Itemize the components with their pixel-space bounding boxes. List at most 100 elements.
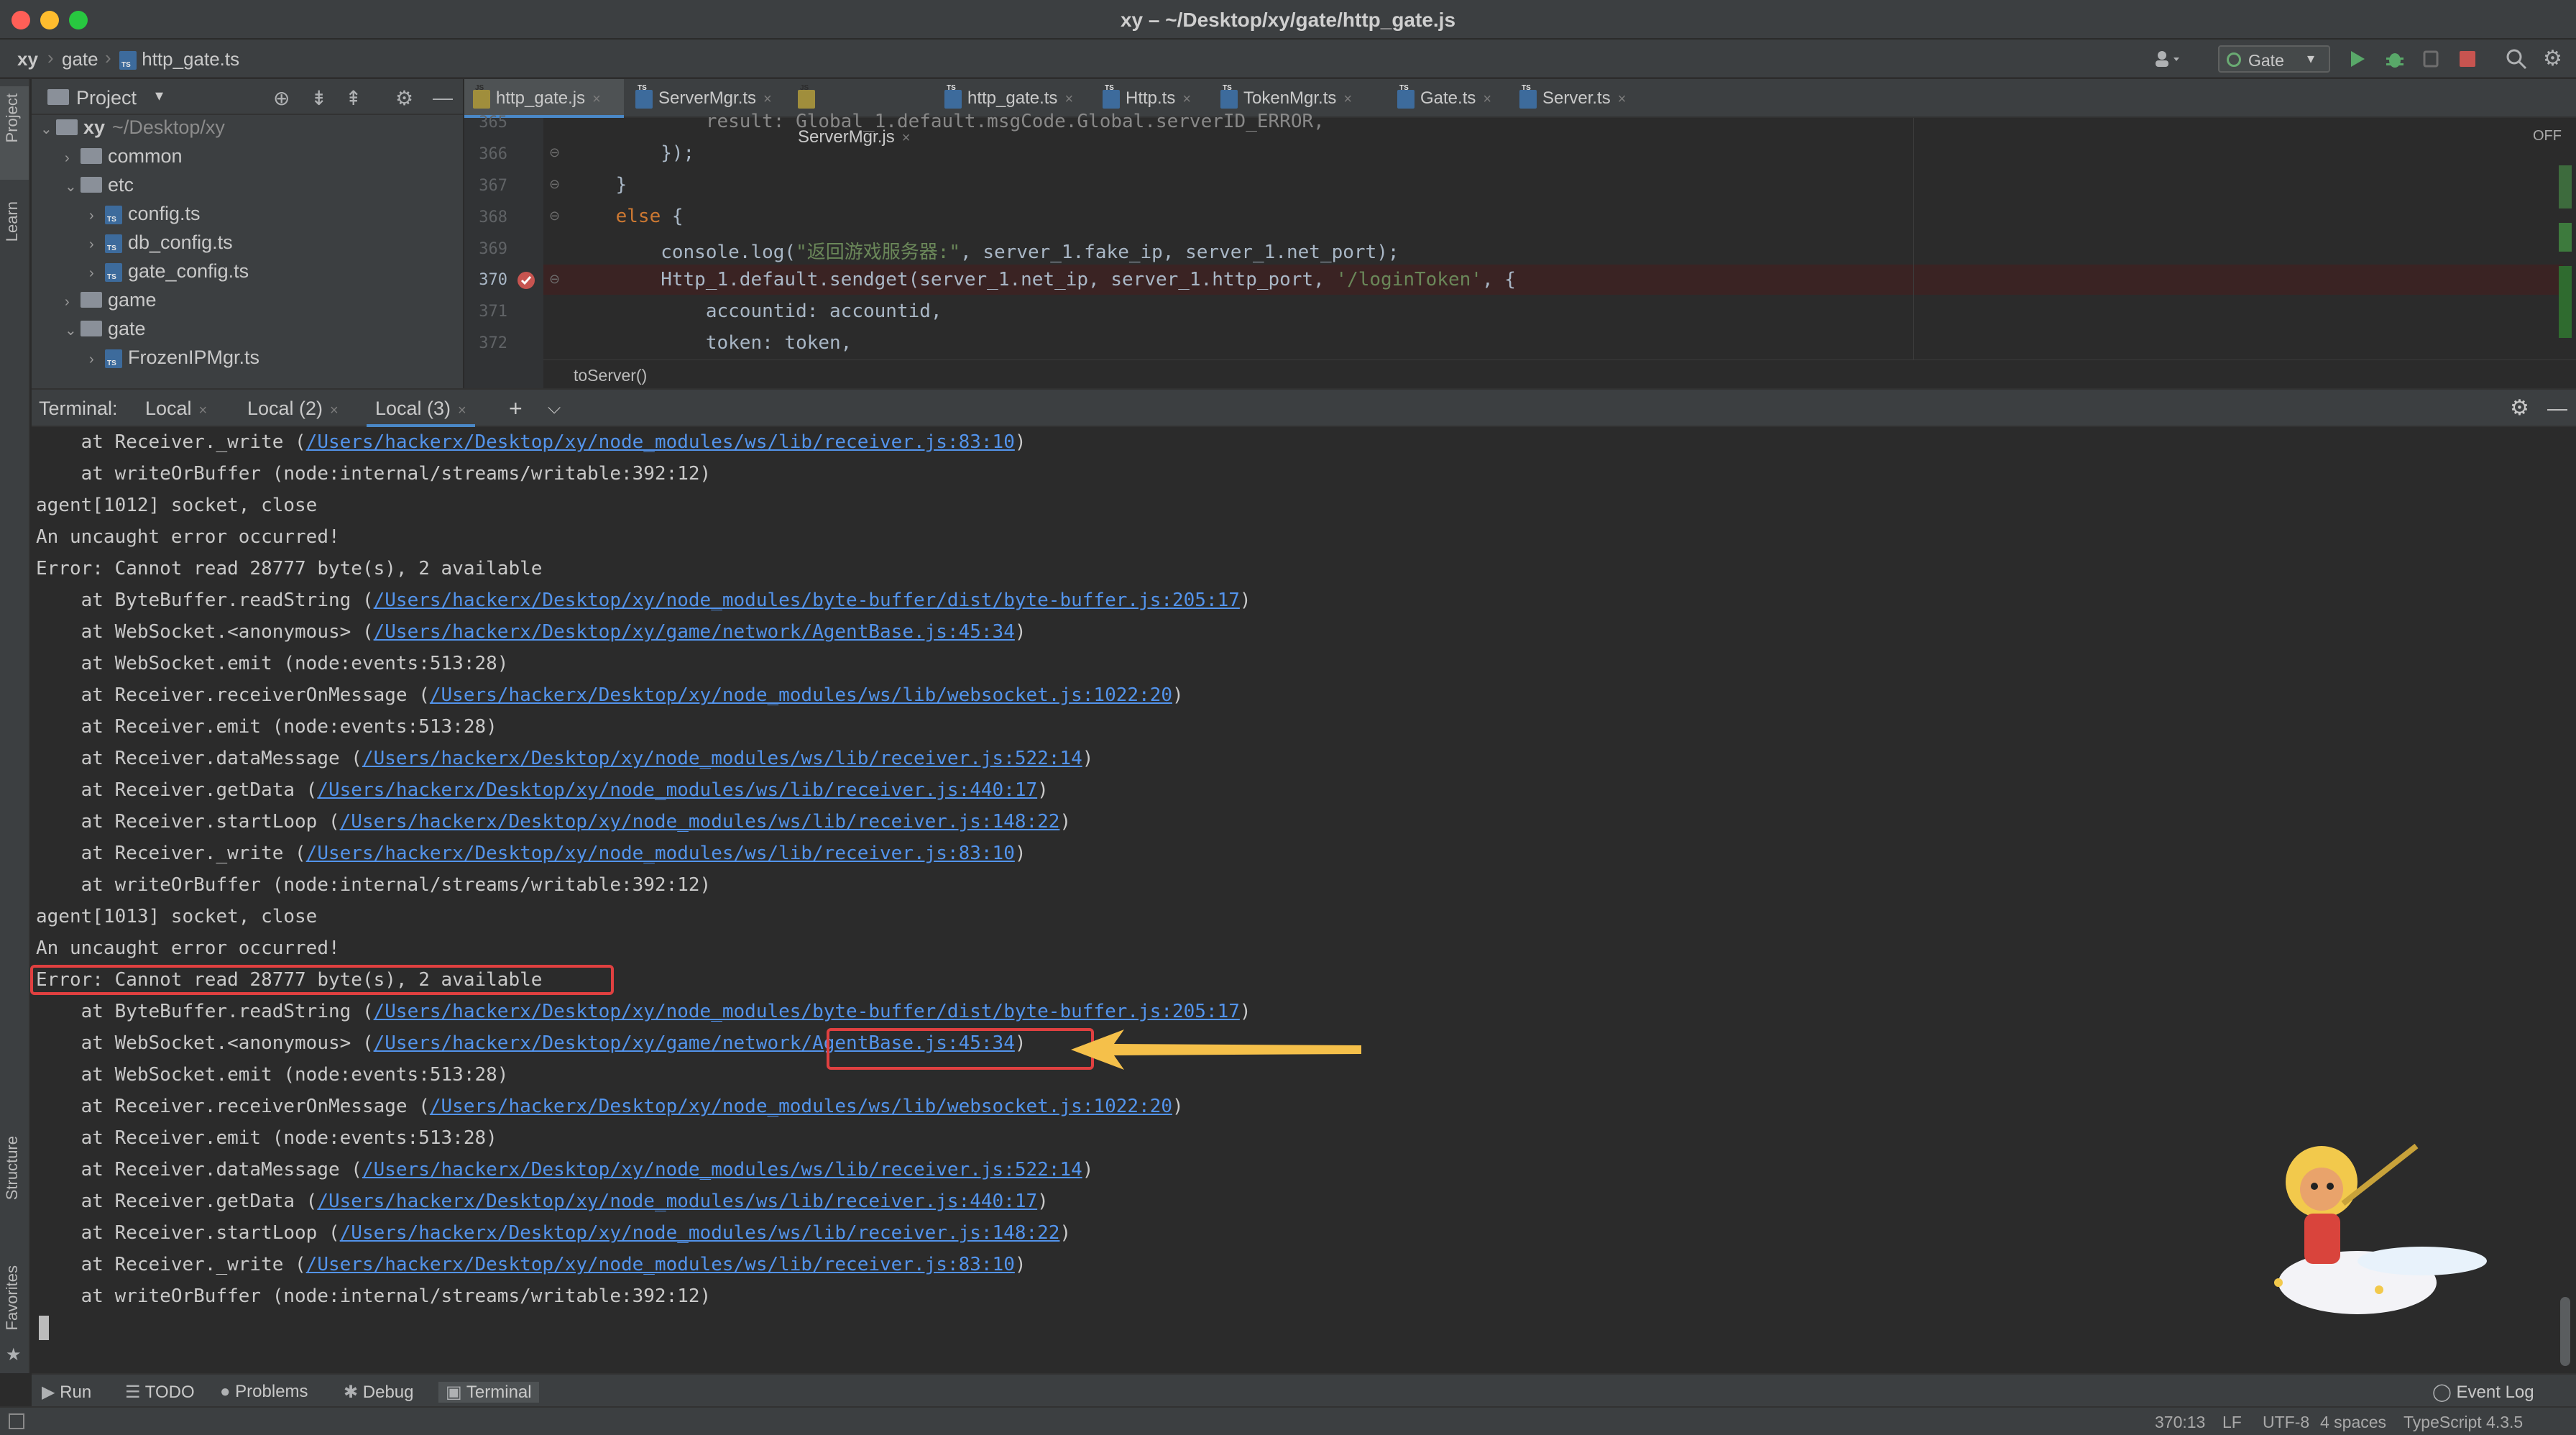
chevron-right-icon[interactable]: › bbox=[89, 352, 105, 368]
user-icon[interactable] bbox=[2153, 50, 2182, 68]
bug-icon[interactable] bbox=[2385, 49, 2405, 73]
fold-icon[interactable]: ⊖ bbox=[549, 177, 560, 192]
file-path-link[interactable]: /Users/hackerx/Desktop/xy/node_modules/w… bbox=[306, 843, 1015, 864]
file-path-link[interactable]: /Users/hackerx/Desktop/xy/node_modules/w… bbox=[306, 1254, 1015, 1275]
file-encoding[interactable]: UTF-8 bbox=[2263, 1413, 2309, 1432]
structure-tool-tab[interactable]: Structure bbox=[3, 1136, 22, 1200]
search-icon[interactable] bbox=[2506, 48, 2527, 73]
chevron-right-icon[interactable]: › bbox=[65, 150, 80, 167]
chevron-right-icon[interactable]: › bbox=[65, 294, 80, 311]
close-icon[interactable]: × bbox=[1483, 91, 1491, 107]
terminal-tool-button[interactable]: ▣ Terminal bbox=[438, 1382, 539, 1403]
close-icon[interactable]: × bbox=[1182, 91, 1191, 107]
editor-tab[interactable]: Gate.ts × bbox=[1389, 69, 1508, 118]
terminal-tab-local-2[interactable]: Local (2) × bbox=[247, 390, 339, 427]
hide-panel-icon[interactable]: — bbox=[433, 86, 453, 109]
function-breadcrumb[interactable]: toServer() bbox=[574, 366, 647, 385]
chevron-down-icon[interactable]: ⌄ bbox=[40, 120, 56, 138]
layout-toggle-icon[interactable] bbox=[9, 1413, 24, 1429]
chevron-down-icon[interactable]: ⌄ bbox=[65, 321, 80, 339]
gear-icon[interactable]: ⚙ bbox=[2543, 48, 2562, 70]
file-path-link[interactable]: /Users/hackerx/Desktop/xy/node_modules/w… bbox=[362, 1159, 1082, 1180]
debug-tool-button[interactable]: ✱ Debug bbox=[344, 1382, 414, 1403]
coverage-icon[interactable] bbox=[2422, 50, 2441, 72]
breakpoint-icon[interactable] bbox=[518, 272, 535, 289]
code-line[interactable]: Http_1.default.sendget(server_1.net_ip, … bbox=[571, 269, 1516, 290]
close-icon[interactable]: × bbox=[199, 403, 208, 418]
close-icon[interactable]: × bbox=[1064, 91, 1073, 107]
close-icon[interactable]: × bbox=[763, 91, 772, 107]
fold-icon[interactable]: ⊖ bbox=[549, 208, 560, 224]
file-path-link[interactable]: /Users/hackerx/Desktop/xy/node_modules/b… bbox=[374, 590, 1240, 611]
terminal-scrollbar[interactable] bbox=[2560, 1297, 2570, 1366]
file-path-link[interactable]: /Users/hackerx/Desktop/xy/node_modules/w… bbox=[430, 684, 1172, 706]
file-path-link[interactable]: /Users/hackerx/Desktop/xy/node_modules/w… bbox=[317, 1191, 1037, 1212]
chevron-right-icon[interactable]: › bbox=[89, 265, 105, 282]
language-service[interactable]: TypeScript 4.3.5 bbox=[2404, 1413, 2523, 1432]
fold-icon[interactable]: ⊖ bbox=[549, 145, 560, 160]
code-line[interactable]: else { bbox=[571, 206, 684, 227]
line-separator[interactable]: LF bbox=[2222, 1413, 2242, 1432]
tree-item[interactable]: › gate_config.ts bbox=[89, 260, 249, 289]
file-path-link[interactable]: /Users/hackerx/Desktop/xy/node_modules/b… bbox=[374, 1001, 1240, 1022]
locate-file-icon[interactable]: ⊕ bbox=[273, 86, 290, 110]
file-path-link[interactable]: /Users/hackerx/Desktop/xy/node_modules/w… bbox=[340, 1222, 1060, 1244]
fold-icon[interactable]: ⊖ bbox=[549, 272, 560, 287]
terminal-tab-local-3[interactable]: Local (3) × bbox=[367, 390, 475, 427]
code-line[interactable]: accountid: accountid, bbox=[571, 301, 942, 322]
project-panel-title[interactable]: Project bbox=[76, 87, 137, 109]
tree-item[interactable]: ⌄ etc bbox=[65, 174, 134, 203]
code-line[interactable]: }); bbox=[571, 142, 694, 164]
stop-icon[interactable] bbox=[2460, 51, 2475, 67]
collapse-all-icon[interactable]: ⇞ bbox=[345, 86, 362, 110]
star-icon[interactable]: ★ bbox=[6, 1344, 22, 1365]
file-path-link[interactable]: /Users/hackerx/Desktop/xy/node_modules/w… bbox=[362, 748, 1082, 769]
editor-tab[interactable]: Server.ts × bbox=[1511, 69, 1655, 118]
close-icon[interactable]: × bbox=[330, 403, 339, 418]
tree-item[interactable]: › game bbox=[65, 289, 157, 318]
breadcrumb-folder[interactable]: gate bbox=[62, 48, 98, 70]
gear-icon[interactable]: ⚙ bbox=[395, 86, 413, 110]
code-line[interactable]: token: token, bbox=[571, 332, 852, 354]
tree-item[interactable]: ⌄ xy ~/Desktop/xy bbox=[40, 116, 225, 145]
chevron-down-icon[interactable]: ⌵ bbox=[548, 390, 561, 427]
code-line[interactable]: } bbox=[571, 174, 627, 196]
inspection-off-label[interactable]: OFF bbox=[2533, 128, 2562, 145]
run-tool-button[interactable]: ▶ Run bbox=[42, 1382, 91, 1403]
new-terminal-icon[interactable]: + bbox=[509, 390, 523, 427]
tree-item[interactable]: ⌄ gate bbox=[65, 318, 146, 347]
close-icon[interactable]: × bbox=[1618, 91, 1627, 107]
tree-item[interactable]: › FrozenIPMgr.ts bbox=[89, 347, 259, 375]
run-config-select[interactable]: Gate ▾ bbox=[2218, 45, 2330, 73]
caret-position[interactable]: 370:13 bbox=[2155, 1413, 2205, 1432]
chevron-right-icon[interactable]: › bbox=[89, 237, 105, 253]
chevron-right-icon[interactable]: › bbox=[89, 208, 105, 224]
close-icon[interactable]: × bbox=[458, 403, 466, 418]
zoom-window-button[interactable] bbox=[69, 11, 88, 29]
gear-icon[interactable]: ⚙ bbox=[2510, 390, 2529, 427]
breadcrumb-root[interactable]: xy bbox=[17, 48, 38, 70]
minimize-window-button[interactable] bbox=[40, 11, 59, 29]
close-icon[interactable]: × bbox=[592, 91, 601, 107]
breadcrumb-file[interactable]: http_gate.ts bbox=[119, 48, 239, 70]
file-path-link[interactable]: /Users/hackerx/Desktop/xy/node_modules/w… bbox=[340, 811, 1060, 833]
code-line[interactable]: console.log("返回游戏服务器:", server_1.fake_ip… bbox=[571, 237, 1399, 264]
favorites-tool-tab[interactable]: Favorites bbox=[3, 1265, 22, 1330]
file-path-link[interactable]: /Users/hackerx/Desktop/xy/game/network/A… bbox=[374, 621, 1015, 643]
problems-tool-button[interactable]: ● Problems bbox=[220, 1382, 308, 1402]
expand-all-icon[interactable]: ⇟ bbox=[310, 86, 327, 110]
file-path-link[interactable]: /Users/hackerx/Desktop/xy/node_modules/w… bbox=[317, 779, 1037, 801]
chevron-down-icon[interactable]: ▾ bbox=[155, 86, 163, 105]
close-window-button[interactable] bbox=[12, 11, 30, 29]
tree-item[interactable]: › db_config.ts bbox=[89, 231, 233, 260]
play-icon[interactable] bbox=[2349, 50, 2366, 72]
close-icon[interactable]: × bbox=[902, 130, 911, 146]
terminal-output[interactable]: at Receiver._write (/Users/hackerx/Deskt… bbox=[30, 427, 2576, 1373]
tree-item[interactable]: › config.ts bbox=[89, 203, 201, 231]
close-icon[interactable]: × bbox=[1343, 91, 1352, 107]
todo-tool-button[interactable]: ☰ TODO bbox=[125, 1382, 195, 1403]
code-line[interactable]: result: Global_1.default.msgCode.Global.… bbox=[571, 111, 1325, 132]
file-path-link[interactable]: /Users/hackerx/Desktop/xy/node_modules/w… bbox=[430, 1096, 1172, 1117]
hide-panel-icon[interactable]: — bbox=[2547, 390, 2567, 427]
file-path-link[interactable]: /Users/hackerx/Desktop/xy/node_modules/w… bbox=[306, 431, 1015, 453]
